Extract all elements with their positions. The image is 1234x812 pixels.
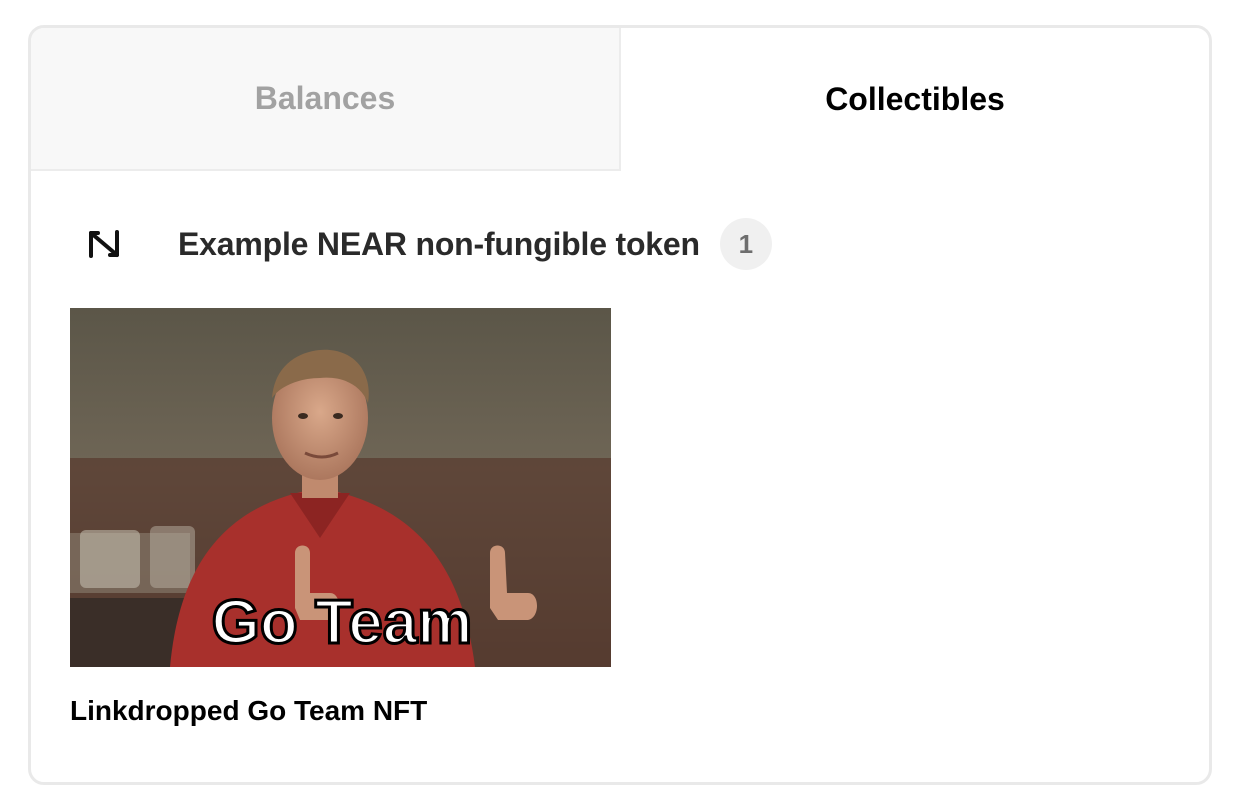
collection-count-badge: 1 [719,218,772,270]
tab-balances[interactable]: Balances [31,28,621,171]
nft-name: Linkdropped Go Team NFT [70,695,428,726]
tab-collectibles[interactable]: Collectibles [621,28,1209,171]
near-logo-icon [84,224,124,264]
wallet-card: Balances Collectibles Example NEAR non-f… [28,25,1212,785]
collection-header: Example NEAR non-fungible token 1 [70,217,1170,271]
collectibles-panel: Example NEAR non-fungible token 1 Go Tea… [31,217,1209,727]
nft-card[interactable]: Go Team Linkdropped Go Team NFT [70,308,611,727]
tab-bar: Balances Collectibles [31,28,1209,171]
nft-image-caption: Go Team [212,588,473,657]
nft-image: Go Team [70,308,611,667]
collection-title: Example NEAR non-fungible token [178,225,700,262]
